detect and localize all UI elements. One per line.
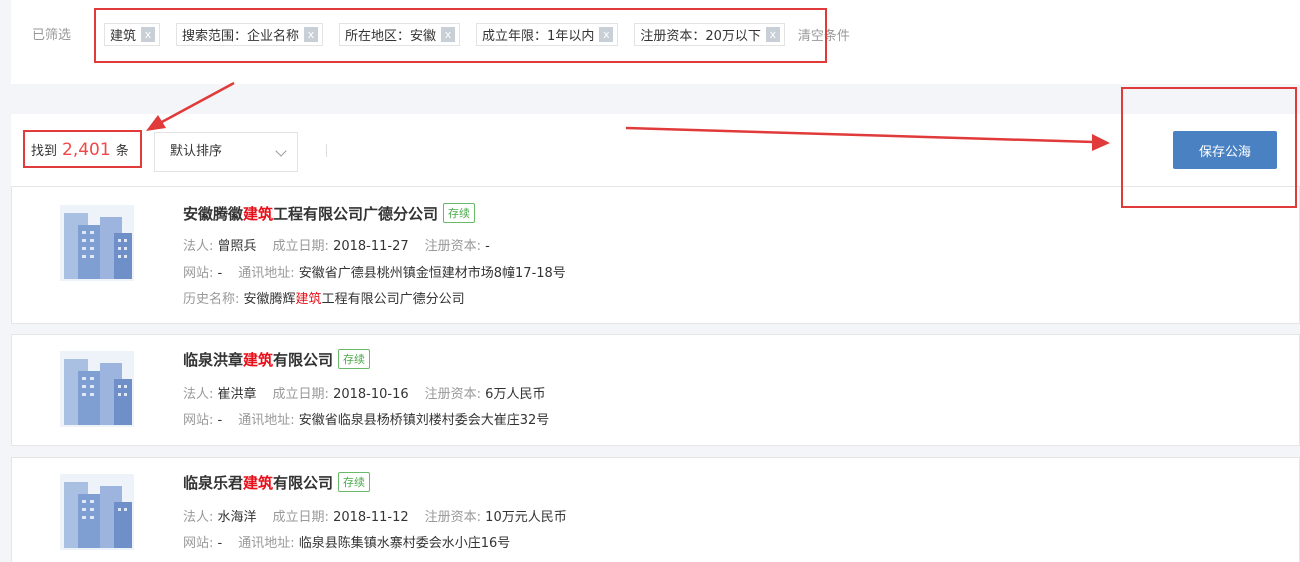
annotation-arrows: [146, 81, 1110, 151]
